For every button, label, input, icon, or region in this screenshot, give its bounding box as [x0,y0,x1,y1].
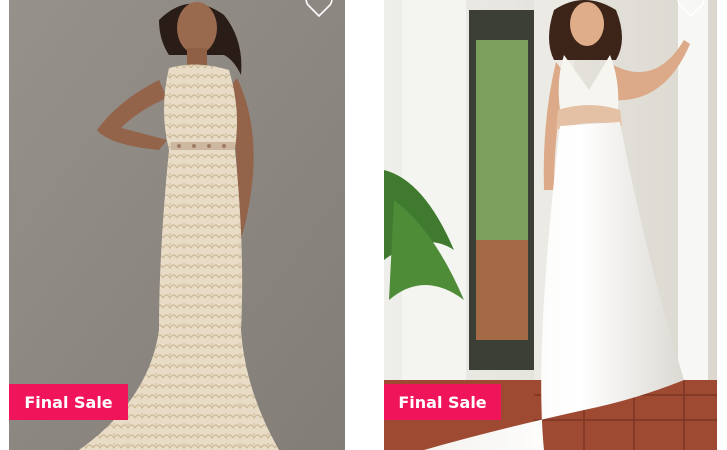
final-sale-badge: Final Sale [9,384,128,420]
product-card-lace-dress[interactable]: Final Sale [9,0,345,450]
wishlist-heart-icon[interactable] [677,0,705,18]
product-card-halter-gown[interactable]: Final Sale [384,0,717,450]
product-image-halter-gown[interactable] [384,0,717,450]
product-image-lace-dress[interactable] [9,0,345,450]
final-sale-badge: Final Sale [384,384,501,420]
wishlist-heart-icon[interactable] [305,0,333,18]
